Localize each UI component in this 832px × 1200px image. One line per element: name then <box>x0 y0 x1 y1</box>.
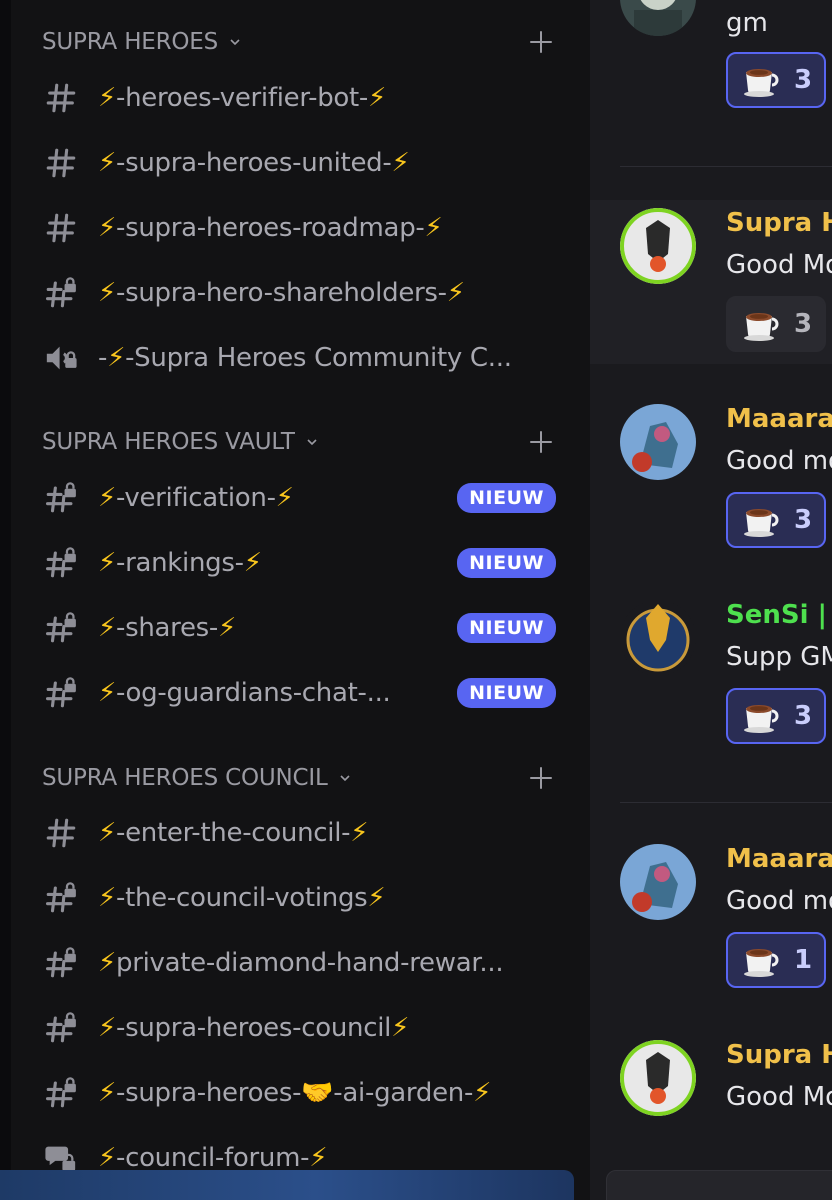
reaction-button[interactable]: 3 <box>726 52 826 108</box>
message-author[interactable]: Supra H <box>726 1040 832 1070</box>
locked-hash-icon <box>44 481 78 515</box>
locked-hash-icon <box>44 1076 78 1110</box>
new-badge: NIEUW <box>457 548 556 578</box>
reaction-count: 3 <box>794 701 813 731</box>
channel-name: ⚡-supra-heroes-roadmap-⚡ <box>98 213 443 243</box>
channel-name: ⚡-heroes-verifier-bot-⚡ <box>98 83 386 113</box>
locked-hash-icon <box>44 276 78 310</box>
category-label: SUPRA HEROES <box>42 29 219 55</box>
add-channel-icon[interactable] <box>528 765 554 791</box>
channel-supra-heroes-ai-garden[interactable]: ⚡-supra-heroes-🤝-ai-garden-⚡ <box>44 1065 560 1121</box>
channel-enter-the-council[interactable]: ⚡-enter-the-council-⚡ <box>44 805 560 861</box>
reaction-button[interactable]: 1 <box>726 932 826 988</box>
reaction-button[interactable]: 3 <box>726 492 826 548</box>
coffee-icon <box>740 62 780 98</box>
avatar[interactable] <box>620 600 696 676</box>
message-text: gm <box>726 8 768 38</box>
category-label: SUPRA HEROES COUNCIL <box>42 765 328 791</box>
channel-sidebar: SUPRA HEROES ⚡-heroes-verifier-bot-⚡ ⚡-s… <box>0 0 590 1200</box>
channel-shares[interactable]: ⚡-shares-⚡ NIEUW <box>44 600 560 656</box>
message-author[interactable]: Maaaraa <box>726 404 832 434</box>
channel-supra-heroes-united[interactable]: ⚡-supra-heroes-united-⚡ <box>44 135 560 191</box>
chevron-down-icon <box>230 39 240 46</box>
channel-supra-heroes-roadmap[interactable]: ⚡-supra-heroes-roadmap-⚡ <box>44 200 560 256</box>
message-divider <box>620 166 832 167</box>
avatar[interactable] <box>620 404 696 480</box>
message-author[interactable]: Supra H <box>726 208 832 238</box>
category-supra-heroes-council[interactable]: SUPRA HEROES COUNCIL <box>42 758 554 798</box>
channel-supra-hero-shareholders[interactable]: ⚡-supra-hero-shareholders-⚡ <box>44 265 560 321</box>
channel-name: ⚡-verification-⚡ <box>98 483 294 513</box>
category-supra-heroes[interactable]: SUPRA HEROES <box>42 22 554 62</box>
chevron-down-icon <box>340 775 350 782</box>
hash-icon <box>44 81 78 115</box>
channel-name: ⚡-shares-⚡ <box>98 613 236 643</box>
avatar[interactable] <box>620 1040 696 1116</box>
avatar[interactable] <box>620 208 696 284</box>
message-text: Good mo <box>726 446 832 476</box>
locked-hash-icon <box>44 946 78 980</box>
channel-the-council-votings[interactable]: ⚡-the-council-votings⚡ <box>44 870 560 926</box>
coffee-icon <box>740 306 780 342</box>
hash-icon <box>44 816 78 850</box>
add-channel-icon[interactable] <box>528 29 554 55</box>
message-composer[interactable] <box>606 1170 832 1200</box>
avatar[interactable] <box>620 844 696 920</box>
channel-name: ⚡-og-guardians-chat-... <box>98 678 391 708</box>
channel-name: ⚡-enter-the-council-⚡ <box>98 818 369 848</box>
channel-name: ⚡-council-forum-⚡ <box>98 1143 328 1173</box>
locked-voice-icon <box>44 341 78 375</box>
message-text: Good Mo <box>726 1082 832 1112</box>
add-channel-icon[interactable] <box>528 429 554 455</box>
message-author[interactable]: SenSi | S <box>726 600 832 630</box>
hash-icon <box>44 211 78 245</box>
channel-verification[interactable]: ⚡-verification-⚡ NIEUW <box>44 470 560 526</box>
channel-rankings[interactable]: ⚡-rankings-⚡ NIEUW <box>44 535 560 591</box>
channel-name: ⚡-the-council-votings⚡ <box>98 883 386 913</box>
channel-name: ⚡-rankings-⚡ <box>98 548 262 578</box>
channel-name: ⚡-supra-heroes-council⚡ <box>98 1013 410 1043</box>
message-author[interactable]: Maaaraa <box>726 844 832 874</box>
locked-hash-icon <box>44 611 78 645</box>
reaction-button[interactable]: 3 <box>726 296 826 352</box>
coffee-icon <box>740 698 780 734</box>
reaction-count: 3 <box>794 65 813 95</box>
message-text: Good Mo <box>726 250 832 280</box>
chat-pane: gm 3 Supra H Good Mo 3 Maaaraa Good mo 3… <box>590 0 832 1200</box>
channel-supra-heroes-council[interactable]: ⚡-supra-heroes-council⚡ <box>44 1000 560 1056</box>
server-rail-edge <box>0 0 11 1200</box>
channel-private-diamond-hand-rewards[interactable]: ⚡private-diamond-hand-rewar... <box>44 935 560 991</box>
message-divider <box>620 802 832 803</box>
channel-name: ⚡-supra-heroes-🤝-ai-garden-⚡ <box>98 1078 492 1108</box>
reaction-count: 1 <box>794 945 813 975</box>
channel-name: -⚡-Supra Heroes Community C... <box>98 343 512 373</box>
hash-icon <box>44 146 78 180</box>
voice-channel-community[interactable]: -⚡-Supra Heroes Community C... <box>44 330 560 386</box>
new-badge: NIEUW <box>457 613 556 643</box>
avatar[interactable] <box>620 0 696 36</box>
channel-name: ⚡-supra-heroes-united-⚡ <box>98 148 410 178</box>
coffee-icon <box>740 502 780 538</box>
message-text: Good mo <box>726 886 832 916</box>
locked-hash-icon <box>44 676 78 710</box>
message-text: Supp GM <box>726 642 832 672</box>
locked-hash-icon <box>44 546 78 580</box>
category-supra-heroes-vault[interactable]: SUPRA HEROES VAULT <box>42 422 554 462</box>
reaction-count: 3 <box>794 505 813 535</box>
channel-name: ⚡-supra-hero-shareholders-⚡ <box>98 278 465 308</box>
reaction-button[interactable]: 3 <box>726 688 826 744</box>
channel-heroes-verifier-bot[interactable]: ⚡-heroes-verifier-bot-⚡ <box>44 70 560 126</box>
reaction-count: 3 <box>794 309 813 339</box>
channel-og-guardians-chat[interactable]: ⚡-og-guardians-chat-... NIEUW <box>44 665 560 721</box>
chevron-down-icon <box>307 439 317 446</box>
locked-hash-icon <box>44 1011 78 1045</box>
user-panel[interactable] <box>0 1170 574 1200</box>
locked-hash-icon <box>44 881 78 915</box>
new-badge: NIEUW <box>457 678 556 708</box>
channel-name: ⚡private-diamond-hand-rewar... <box>98 948 504 978</box>
new-badge: NIEUW <box>457 483 556 513</box>
category-label: SUPRA HEROES VAULT <box>42 429 295 455</box>
coffee-icon <box>740 942 780 978</box>
